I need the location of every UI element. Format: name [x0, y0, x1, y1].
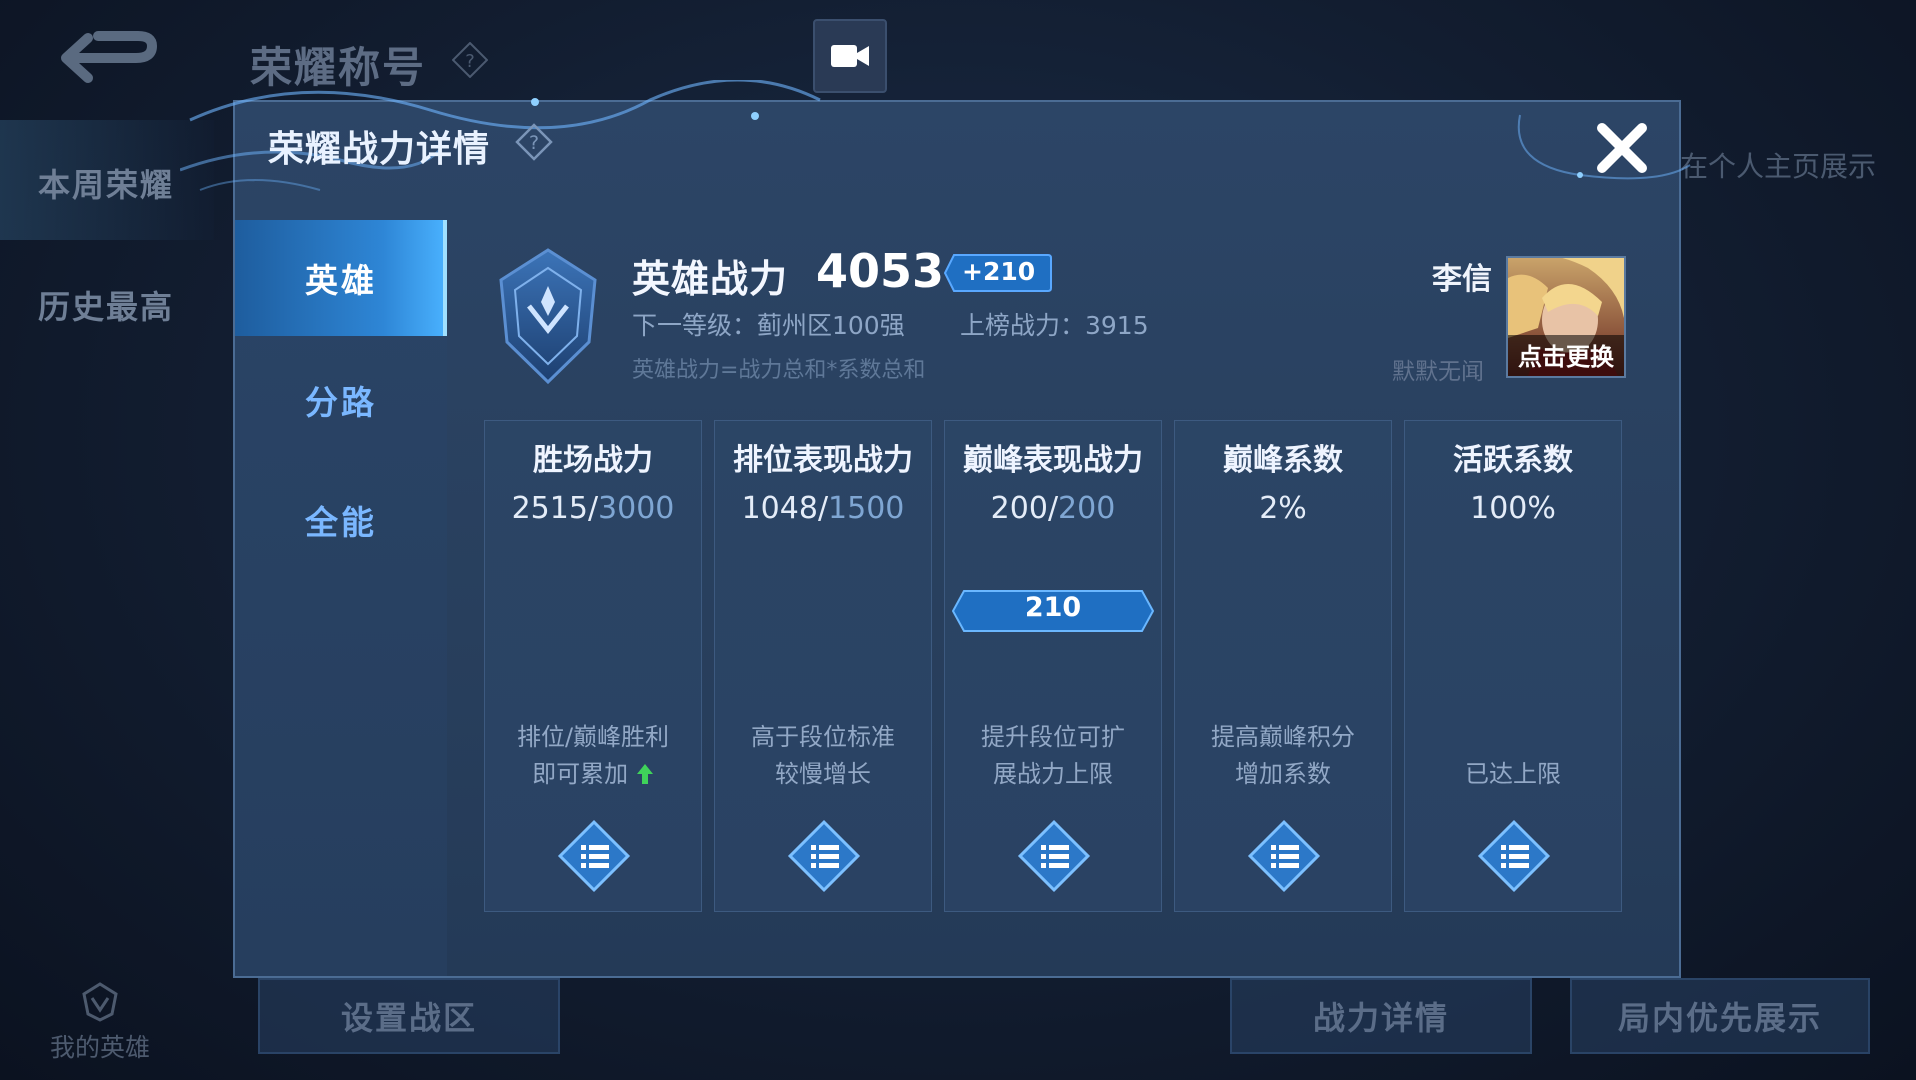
card-desc-line1: 高于段位标准: [751, 723, 895, 751]
card-value: 100%: [1470, 491, 1556, 526]
stat-card-activity-coefficient: 活跃系数 100% 已达上限: [1404, 420, 1622, 912]
video-record-button[interactable]: [813, 19, 887, 93]
tab-bar: 英雄 分路 全能: [235, 220, 447, 976]
card-title: 活跃系数: [1453, 443, 1573, 478]
card-description: 已达上限: [1405, 719, 1621, 793]
card-value: 2%: [1259, 491, 1307, 526]
tab-hero[interactable]: 英雄: [235, 220, 447, 336]
card-desc-line1: [1405, 719, 1621, 756]
change-hero-label[interactable]: 点击更换: [1508, 335, 1624, 376]
power-delta-value: +210: [962, 257, 1036, 286]
priority-display-button[interactable]: 局内优先展示: [1570, 978, 1870, 1054]
hero-power-emblem-icon: [499, 248, 597, 385]
power-detail-button[interactable]: 战力详情: [1230, 978, 1532, 1054]
my-hero-label: 我的英雄: [49, 1033, 150, 1062]
stat-card-win-power: 胜场战力 2515/3000 排位/巅峰胜利 即可累加: [484, 420, 702, 912]
stat-card-peak-coefficient: 巅峰系数 2% 提高巅峰积分 增加系数: [1174, 420, 1392, 912]
list-detail-icon[interactable]: [1013, 815, 1095, 897]
svg-text:?: ?: [465, 51, 475, 72]
card-max: 3000: [598, 491, 675, 526]
video-camera-icon: [831, 45, 869, 67]
help-icon[interactable]: ?: [514, 122, 554, 162]
help-icon[interactable]: ?: [452, 42, 488, 78]
next-level-info: 下一等级：蓟州区100强: [632, 311, 905, 340]
bonus-value: 210: [1024, 592, 1082, 623]
rank-power-info: 上榜战力：3915: [960, 311, 1149, 340]
hero-name: 李信: [1432, 262, 1492, 297]
hero-emblem-icon: [82, 982, 118, 1022]
hero-power-label: 英雄战力: [632, 257, 789, 301]
background-title: 荣耀称号: [250, 43, 427, 92]
card-description: 提升段位可扩 展战力上限: [945, 719, 1161, 793]
list-detail-icon[interactable]: [1243, 815, 1325, 897]
up-arrow-icon: [636, 764, 653, 784]
card-description: 高于段位标准 较慢增长: [715, 719, 931, 793]
card-description: 排位/巅峰胜利 即可累加: [485, 719, 701, 793]
list-detail-icon[interactable]: [553, 815, 635, 897]
hero-subtitle: 默默无闻: [1392, 359, 1484, 385]
card-value: 1048/1500: [741, 491, 905, 526]
profile-display-hint: 在个人主页展示: [1680, 150, 1877, 183]
hero-power-value: 4053: [816, 244, 945, 298]
card-current: 2515: [511, 491, 588, 526]
card-desc-line1: 排位/巅峰胜利: [516, 723, 670, 751]
card-desc-line2-wrap: 即可累加: [485, 756, 701, 793]
list-detail-icon[interactable]: [783, 815, 865, 897]
tab-all-round[interactable]: 全能: [235, 462, 447, 578]
card-title: 巅峰表现战力: [963, 443, 1143, 478]
set-region-button[interactable]: 设置战区: [258, 978, 560, 1054]
card-title: 巅峰系数: [1223, 443, 1343, 478]
card-desc-line2: 即可累加: [532, 760, 629, 788]
card-current: 1048: [741, 491, 818, 526]
card-description: 提高巅峰积分 增加系数: [1175, 719, 1391, 793]
sidebar-item-history-best[interactable]: 历史最高: [38, 282, 174, 328]
card-current: 200: [990, 491, 1048, 526]
tab-lane[interactable]: 分路: [235, 342, 447, 458]
card-value: 200/200: [990, 491, 1116, 526]
back-arrow-icon[interactable]: [58, 30, 158, 86]
stat-card-peak-performance: 巅峰表现战力 200/200 提升段位可扩 展战力上限: [944, 420, 1162, 912]
card-title: 排位表现战力: [733, 443, 913, 478]
modal-title: 荣耀战力详情: [268, 129, 491, 170]
hero-portrait[interactable]: 点击更换: [1506, 256, 1626, 378]
card-value: 2515/3000: [511, 491, 675, 526]
list-detail-icon[interactable]: [1473, 815, 1555, 897]
card-max: 200: [1058, 491, 1116, 526]
close-icon[interactable]: [1592, 118, 1652, 178]
sidebar-item-weekly[interactable]: 本周荣耀: [38, 160, 174, 206]
card-desc-line2: 较慢增长: [775, 760, 871, 788]
card-desc-line1: 提高巅峰积分: [1211, 723, 1355, 751]
my-hero-nav[interactable]: 我的英雄: [40, 980, 160, 1064]
svg-text:?: ?: [529, 132, 539, 154]
card-desc-line1: 提升段位可扩: [981, 723, 1125, 751]
stat-card-rank-performance: 排位表现战力 1048/1500 高于段位标准 较慢增长: [714, 420, 932, 912]
card-title: 胜场战力: [533, 443, 653, 478]
card-max: 1500: [828, 491, 905, 526]
power-formula: 英雄战力=战力总和*系数总和: [632, 358, 926, 383]
card-desc-line2: 已达上限: [1465, 760, 1561, 788]
card-desc-line2: 增加系数: [1235, 760, 1331, 788]
card-desc-line2: 展战力上限: [993, 760, 1113, 788]
